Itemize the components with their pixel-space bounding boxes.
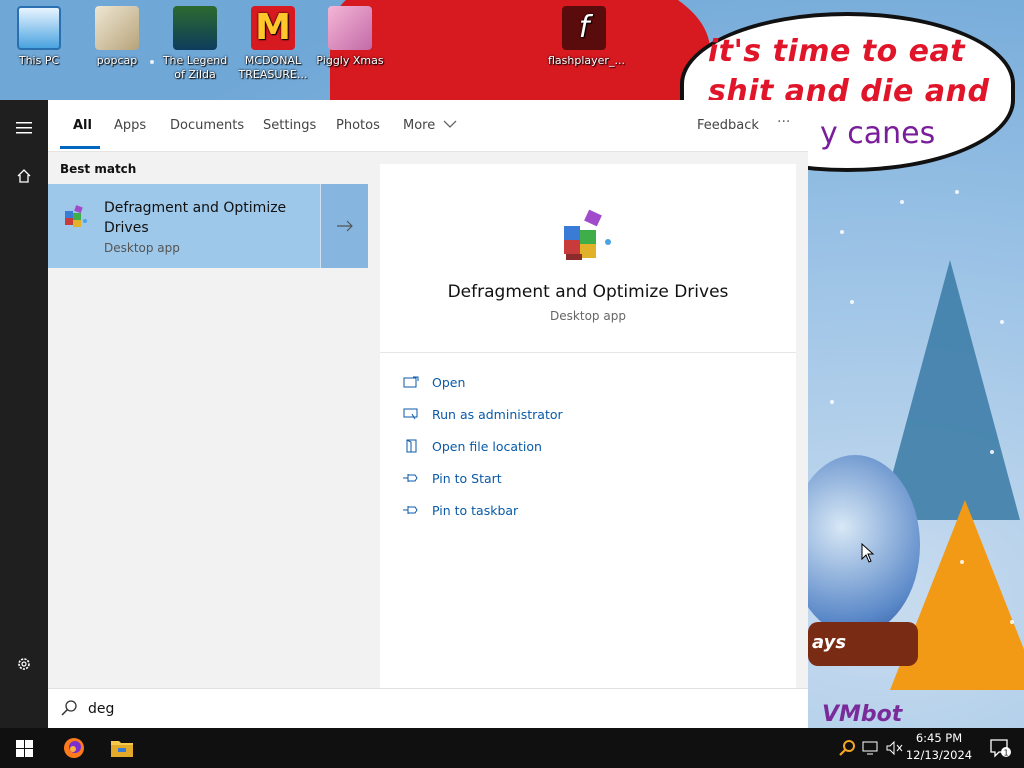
- tab-all[interactable]: All: [73, 118, 92, 133]
- action-label: Pin to Start: [432, 470, 502, 486]
- action-pin-to-taskbar[interactable]: Pin to taskbar: [402, 499, 518, 521]
- action-label: Open file location: [432, 438, 542, 454]
- taskbar-file-explorer[interactable]: [98, 728, 146, 768]
- mouse-cursor-icon: [861, 543, 875, 563]
- desktop-icon-piggly-xmas[interactable]: Piggly Xmas: [314, 4, 386, 68]
- result-open-area[interactable]: Defragment and Optimize Drives Desktop a…: [48, 184, 320, 268]
- action-open[interactable]: Open: [402, 371, 465, 393]
- results-column: Best match Defragment and Optimize Drive…: [48, 152, 368, 688]
- desktop-icon-label: MCDONAL TREASURE...: [238, 54, 308, 81]
- tab-more-label: More: [403, 118, 436, 133]
- pig-shortcut-icon: [328, 6, 372, 50]
- desktop-icon-label: flashplayer_...: [548, 54, 625, 67]
- search-tray-icon[interactable]: [838, 739, 856, 757]
- network-icon[interactable]: [862, 740, 880, 756]
- detail-divider: [380, 352, 796, 353]
- arrow-right-icon: [336, 220, 353, 232]
- mcdonalds-shortcut-icon: M: [251, 6, 295, 50]
- active-tab-indicator: [60, 146, 100, 149]
- folder-icon: [111, 741, 133, 757]
- detail-title: Defragment and Optimize Drives: [447, 282, 729, 302]
- wallpaper-speech-text-cont: y canes: [820, 116, 936, 151]
- tab-photos[interactable]: Photos: [336, 118, 380, 133]
- action-label: Pin to taskbar: [432, 502, 519, 518]
- chevron-down-icon: [443, 120, 457, 128]
- result-expand-button[interactable]: [320, 184, 368, 268]
- tab-documents[interactable]: Documents: [170, 118, 244, 133]
- detail-subtitle: Desktop app: [550, 309, 626, 323]
- firefox-icon: [64, 738, 84, 758]
- desktop-icon-label: This PC: [18, 54, 60, 67]
- desktop-icon-label: popcap: [96, 54, 138, 67]
- action-label: Run as administrator: [432, 406, 563, 422]
- home-icon[interactable]: [0, 152, 48, 200]
- this-pc-icon: [17, 6, 61, 50]
- search-input[interactable]: [88, 698, 688, 720]
- desktop-icon-legend-of-zilda[interactable]: The Legend of Zilda: [159, 4, 231, 82]
- action-open-file-location[interactable]: Open file location: [402, 435, 542, 457]
- defrag-app-large-icon: [564, 209, 611, 260]
- pin-icon: [402, 471, 420, 485]
- desktop-icon-label: Piggly Xmas: [316, 54, 384, 67]
- start-rail: [0, 100, 48, 728]
- tab-more[interactable]: More: [403, 118, 457, 133]
- wallpaper-watermark: VMbot: [822, 702, 903, 727]
- start-button[interactable]: [0, 728, 48, 768]
- system-tray: [834, 728, 904, 768]
- action-pin-to-start[interactable]: Pin to Start: [402, 467, 502, 489]
- clock-date: 12/13/2024: [905, 748, 973, 762]
- feedback-link[interactable]: Feedback: [697, 118, 759, 133]
- desktop-icon-flashplayer[interactable]: f flashplayer_...: [548, 4, 625, 68]
- desktop-icon-this-pc[interactable]: This PC: [3, 4, 75, 68]
- search-panel: All Apps Documents Settings Photos More …: [0, 100, 808, 728]
- taskbar-firefox[interactable]: [50, 728, 98, 768]
- run-as-admin-icon: [402, 407, 420, 421]
- svg-text:1: 1: [1003, 749, 1008, 758]
- action-run-as-administrator[interactable]: Run as administrator: [402, 403, 563, 425]
- folder-icon: [95, 6, 139, 50]
- action-center-button[interactable]: 1: [976, 728, 1024, 768]
- best-match-heading: Best match: [60, 162, 137, 176]
- result-title: Defragment and Optimize Drives: [104, 200, 287, 236]
- clock-time: 6:45 PM: [915, 731, 963, 745]
- game-shortcut-icon: [173, 6, 217, 50]
- wallpaper-banner-text: ays: [812, 632, 847, 653]
- defrag-app-icon: [65, 205, 87, 227]
- more-options-icon[interactable]: ···: [777, 114, 790, 130]
- desktop-icon-popcap[interactable]: popcap: [81, 4, 153, 68]
- desktop-icon-label: The Legend of Zilda: [162, 54, 228, 81]
- open-icon: [402, 375, 420, 389]
- search-bar: [48, 688, 808, 728]
- best-match-result[interactable]: Defragment and Optimize Drives Desktop a…: [48, 184, 368, 268]
- tab-apps[interactable]: Apps: [114, 118, 146, 133]
- notification-icon: 1: [990, 739, 1011, 758]
- taskbar-clock[interactable]: 6:45 PM 12/13/2024: [900, 730, 978, 764]
- desktop-icon-mcdonal-treasure[interactable]: M MCDONAL TREASURE...: [237, 4, 309, 82]
- tab-settings[interactable]: Settings: [263, 118, 316, 133]
- settings-gear-icon[interactable]: [0, 640, 48, 688]
- file-location-icon: [402, 439, 420, 453]
- flash-player-icon: f: [562, 6, 606, 50]
- search-tabs-bar: All Apps Documents Settings Photos More …: [48, 100, 808, 152]
- hamburger-menu-icon[interactable]: [0, 104, 48, 152]
- detail-pane: Defragment and Optimize Drives Desktop a…: [380, 164, 796, 688]
- result-subtitle: Desktop app: [104, 241, 180, 255]
- search-icon: [61, 700, 77, 716]
- windows-logo-icon: [15, 739, 33, 757]
- taskbar: 6:45 PM 12/13/2024 1: [0, 728, 1024, 768]
- pin-icon: [402, 503, 420, 517]
- action-label: Open: [432, 374, 466, 390]
